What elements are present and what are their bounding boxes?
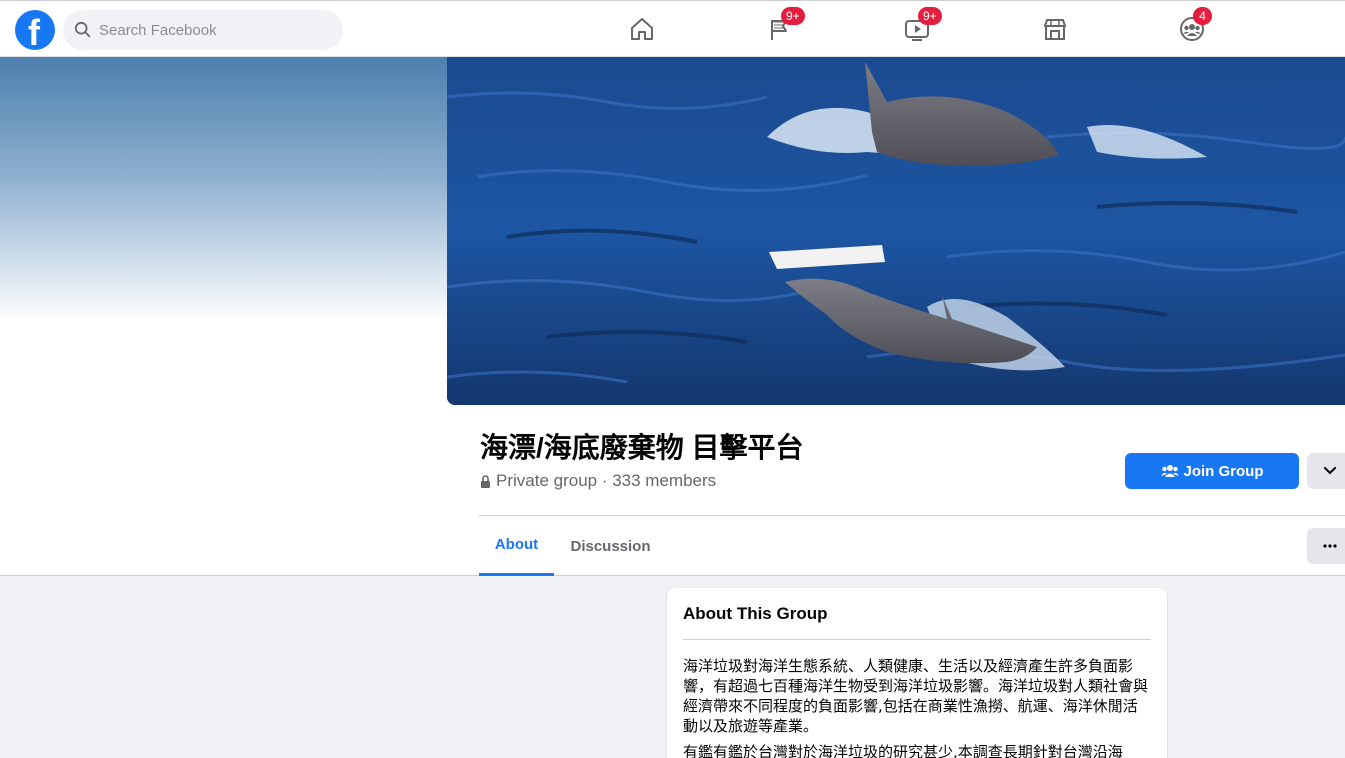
tab-about[interactable]: About — [479, 516, 554, 576]
people-icon — [1160, 465, 1179, 477]
more-options-button[interactable] — [1307, 528, 1345, 564]
join-group-label: Join Group — [1183, 462, 1264, 480]
group-title: 海漂/海底廢棄物 目擊平台 — [480, 432, 804, 463]
tab-discussion[interactable]: Discussion — [558, 516, 663, 576]
search-icon — [74, 21, 91, 38]
pages-notification-badge: 9+ — [781, 7, 805, 25]
pages-nav-button[interactable]: 9+ — [765, 7, 805, 44]
group-meta-text: Private group · 333 members — [496, 471, 717, 490]
about-paragraph-2: 有鑑有鑑於台灣對於海洋垃圾的研究甚少,本調查長期針對台灣沿海 — [683, 743, 1123, 758]
about-card-title: About This Group — [683, 604, 1151, 640]
about-paragraph-1: 海洋垃圾對海洋生態系統、人類健康、生活以及經濟產生許多負面影響，有超過七百種海洋… — [683, 657, 1149, 735]
lock-icon — [481, 474, 490, 488]
home-nav-button[interactable] — [627, 14, 657, 44]
about-description: 海洋垃圾對海洋生態系統、人類健康、生活以及經濟產生許多負面影響，有超過七百種海洋… — [683, 656, 1151, 758]
join-group-button[interactable]: Join Group — [1125, 453, 1299, 489]
marketplace-store-icon — [1044, 19, 1066, 40]
cover-backdrop-gradient — [0, 57, 447, 322]
groups-notification-badge: 4 — [1193, 7, 1212, 25]
more-dots-icon — [1323, 544, 1337, 548]
groups-nav-button[interactable]: 4 — [1177, 7, 1212, 44]
search-box[interactable] — [63, 10, 343, 50]
home-icon — [631, 18, 653, 40]
watch-notification-badge: 9+ — [918, 7, 942, 25]
top-navigation-bar: f 9+ 9+ 4 — [0, 0, 1345, 57]
facebook-logo-icon[interactable]: f — [15, 10, 55, 50]
search-input[interactable] — [99, 21, 319, 39]
group-privacy-members: Private group · 333 members — [480, 471, 716, 491]
group-options-dropdown-button[interactable] — [1307, 453, 1345, 489]
group-cover-photo — [447, 57, 1345, 405]
about-group-card: About This Group 海洋垃圾對海洋生態系統、人類健康、生活以及經濟… — [667, 588, 1167, 758]
marketplace-nav-button[interactable] — [1040, 14, 1070, 44]
chevron-down-icon — [1324, 467, 1336, 475]
watch-nav-button[interactable]: 9+ — [902, 7, 942, 44]
